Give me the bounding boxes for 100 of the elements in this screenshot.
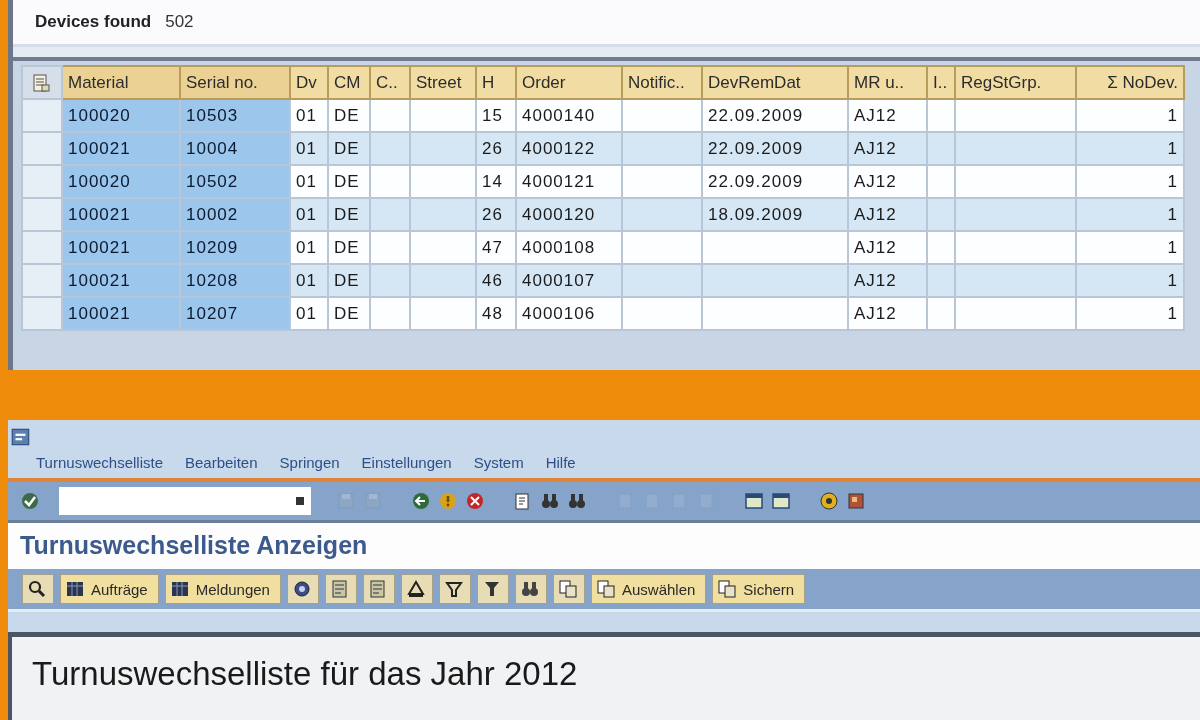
help-icon[interactable] (819, 491, 839, 511)
binoculars-icon[interactable] (540, 491, 560, 511)
table-cell: 100021 (62, 231, 180, 264)
column-header[interactable]: Notific.. (622, 66, 702, 99)
column-header[interactable]: MR u.. (848, 66, 927, 99)
table-cell (410, 231, 476, 264)
command-field[interactable] (59, 487, 311, 515)
table-cell: 1 (1076, 231, 1184, 264)
column-header[interactable]: CM (328, 66, 370, 99)
result-count: 502 (165, 12, 194, 32)
search-button[interactable] (22, 574, 54, 604)
table-cell: 1 (1076, 132, 1184, 165)
toolbar-button[interactable]: Meldungen (164, 574, 281, 604)
toolbar-button[interactable]: Aufträge (60, 574, 159, 604)
table-icon (169, 579, 190, 599)
toolbar-button[interactable]: Auswählen (590, 574, 707, 604)
filter-button[interactable] (476, 574, 509, 604)
column-header[interactable]: Dv (290, 66, 328, 99)
column-header[interactable]: I.. (927, 66, 955, 99)
table-cell: 22.09.2009 (702, 165, 848, 198)
sheet-button[interactable] (362, 574, 395, 604)
table-cell: 100021 (62, 198, 180, 231)
table-cell: 10503 (180, 99, 290, 132)
triangle-button[interactable] (400, 574, 433, 604)
menu-item[interactable]: System (473, 454, 524, 474)
binoculars-button[interactable] (514, 574, 547, 604)
table-cell (410, 165, 476, 198)
table-cell: 100021 (62, 264, 180, 297)
table-cell: 10002 (180, 198, 290, 231)
enter-icon[interactable] (20, 491, 40, 511)
table-cell: 1 (1076, 165, 1184, 198)
table-cell (410, 132, 476, 165)
table-cell: 22.09.2009 (702, 99, 848, 132)
table-cell: AJ12 (848, 99, 927, 132)
menu-item[interactable]: Springen (279, 454, 340, 474)
table-cell (410, 297, 476, 330)
table-icon (65, 579, 85, 599)
table-cell: AJ12 (848, 165, 927, 198)
binoculars-icon (519, 579, 540, 599)
column-header[interactable]: Material (62, 66, 180, 99)
column-header[interactable]: DevRemDat (702, 66, 848, 99)
table-cell: 100021 (62, 132, 180, 165)
column-header[interactable]: Σ NoDev. (1076, 66, 1184, 99)
table-cell (410, 264, 476, 297)
exit-icon[interactable] (438, 491, 458, 511)
table-cell: 18.09.2009 (702, 198, 848, 231)
table-cell: 100020 (62, 99, 180, 132)
documents-icon (717, 579, 738, 599)
documents-icon (595, 579, 616, 599)
back-icon[interactable] (411, 491, 431, 511)
window-icon[interactable] (771, 491, 791, 511)
table-cell: 10209 (180, 231, 290, 264)
menu-item[interactable]: Hilfe (545, 454, 576, 474)
column-header[interactable]: H (476, 66, 516, 99)
column-header[interactable]: RegStGrp. (955, 66, 1076, 99)
layout-icon (31, 72, 51, 93)
table-cell (410, 99, 476, 132)
table-cell: 1 (1076, 198, 1184, 231)
table-cell: 4000107 (516, 264, 622, 297)
table-cell: AJ12 (848, 198, 927, 231)
table-cell: AJ12 (848, 297, 927, 330)
toolbar-button[interactable]: Sichern (712, 574, 806, 604)
documents-button[interactable] (552, 574, 585, 604)
table-cell: 4000140 (516, 99, 622, 132)
table-cell: 1 (1076, 99, 1184, 132)
table-cell: 100021 (62, 297, 180, 330)
dropdown-icon[interactable] (295, 496, 305, 506)
column-header[interactable]: C.. (370, 66, 410, 99)
table-cell: 100020 (62, 165, 180, 198)
cancel-icon[interactable] (465, 491, 485, 511)
table-cell: 10502 (180, 165, 290, 198)
window-icon[interactable] (744, 491, 764, 511)
refresh-button[interactable] (286, 574, 319, 604)
sheet-button[interactable] (324, 574, 357, 604)
menu-item[interactable]: Einstellungen (361, 454, 452, 474)
screen-title: Turnuswechselliste Anzeigen (8, 523, 1200, 569)
column-header[interactable]: Serial no. (180, 66, 290, 99)
search-icon (27, 579, 47, 599)
table-cell: 4000122 (516, 132, 622, 165)
table-cell: 10207 (180, 297, 290, 330)
binoculars-icon[interactable] (567, 491, 587, 511)
report-heading: Turnuswechselliste für das Jahr 2012 (32, 655, 579, 693)
table-cell: AJ12 (848, 231, 927, 264)
funnel-icon (443, 579, 464, 599)
table-cell: 10208 (180, 264, 290, 297)
documents-icon (557, 579, 578, 599)
menu-item[interactable]: Turnuswechselliste (36, 454, 163, 474)
table-cell: 4000120 (516, 198, 622, 231)
column-header[interactable]: Order (516, 66, 622, 99)
result-label: Devices found (35, 12, 152, 32)
table-cell: 4000106 (516, 297, 622, 330)
table-cell: AJ12 (848, 264, 927, 297)
window-icon[interactable] (10, 426, 32, 448)
refresh-icon (291, 579, 312, 599)
funnel-button[interactable] (438, 574, 471, 604)
table-cell (410, 198, 476, 231)
menu-item[interactable]: Bearbeiten (185, 454, 258, 474)
column-header[interactable]: Street (410, 66, 476, 99)
select-all-button[interactable] (22, 66, 62, 99)
table-cell: 1 (1076, 264, 1184, 297)
